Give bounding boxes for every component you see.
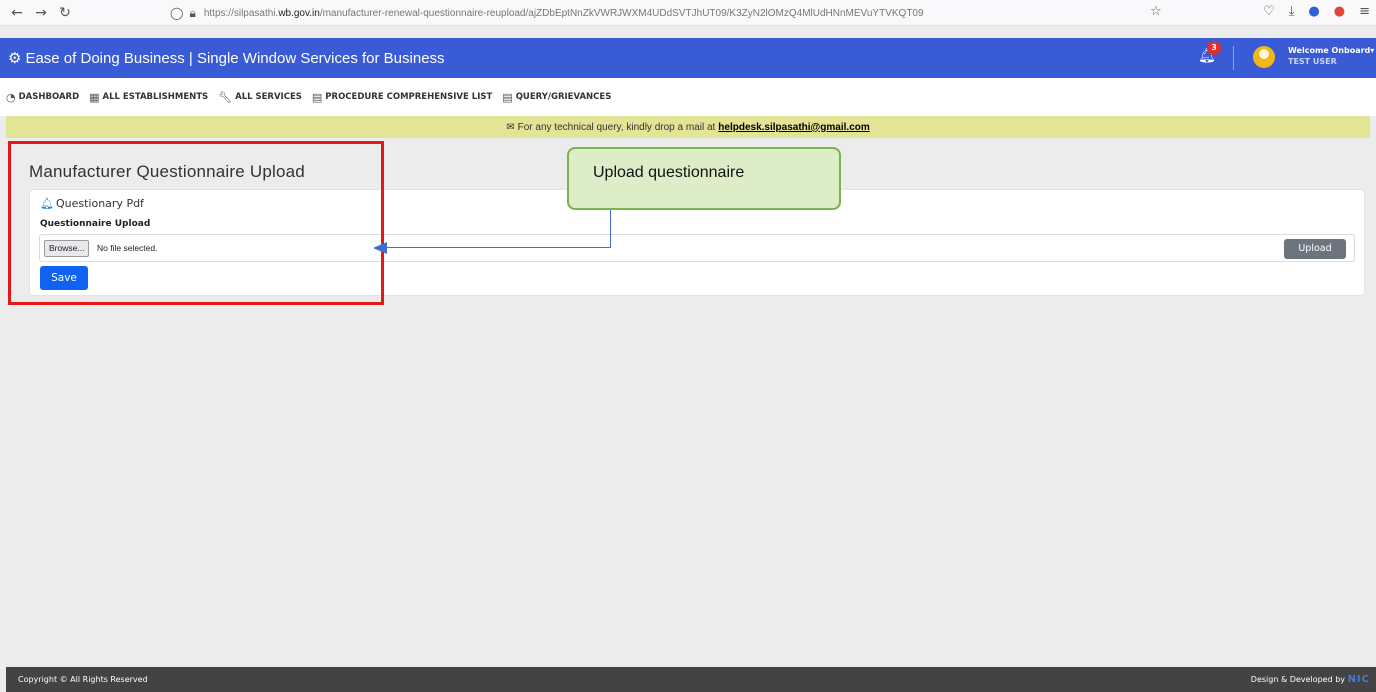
nav-label: ALL ESTABLISHMENTS (102, 92, 209, 102)
callout-connector (386, 247, 611, 248)
file-input[interactable]: Browse... No file selected. Upload (39, 234, 1355, 262)
list-icon: ▤ (311, 90, 323, 104)
reload-icon[interactable]: ↻ (54, 5, 76, 21)
credit-text: Design & Developed by (1250, 675, 1346, 684)
save-button[interactable]: Save (40, 266, 88, 290)
header-divider (1233, 46, 1234, 70)
chevron-down-icon: ▾ (1370, 46, 1375, 55)
page-title: Manufacturer Questionnaire Upload (29, 162, 305, 181)
extension-icon[interactable]: ● (1308, 4, 1319, 19)
profile-icon[interactable]: ● (1334, 4, 1345, 19)
logo-icon: ⚙ (8, 50, 22, 67)
notice-text: For any technical query, kindly drop a m… (517, 121, 716, 133)
upload-button[interactable]: Upload (1284, 239, 1346, 259)
bell-icon: 🔔︎ (40, 197, 54, 210)
app-title-text: Ease of Doing Business | Single Window S… (25, 49, 445, 67)
lock-icon: 🔒︎ (189, 5, 196, 20)
main-nav: ◔ DASHBOARD ▦ ALL ESTABLISHMENTS 🔧︎ ALL … (0, 78, 1376, 116)
building-icon: ▦ (89, 90, 100, 104)
nic-logo: NIC (1347, 674, 1370, 685)
nav-dashboard[interactable]: ◔ DASHBOARD (6, 91, 79, 104)
footer: Copyright © All Rights Reserved Design &… (6, 667, 1376, 692)
wrench-icon: 🔧︎ (218, 90, 233, 104)
nav-label: ALL SERVICES (235, 92, 302, 102)
nav-label: PROCEDURE COMPREHENSIVE LIST (325, 92, 493, 102)
nav-procedure-list[interactable]: ▤ PROCEDURE COMPREHENSIVE LIST (312, 91, 492, 104)
helpdesk-notice: ✉ For any technical query, kindly drop a… (6, 116, 1370, 138)
browser-toolbar: ← → ↻ ◯ 🔒︎ https://silpasathi.wb.gov.in/… (0, 0, 1376, 26)
address-bar[interactable]: ◯ 🔒︎ https://silpasathi.wb.gov.in/manufa… (170, 4, 1180, 22)
menu-icon[interactable]: ≡ (1359, 4, 1370, 19)
forward-icon[interactable]: → (30, 5, 52, 21)
nav-label: DASHBOARD (18, 92, 80, 102)
nav-all-establishments[interactable]: ▦ ALL ESTABLISHMENTS (89, 91, 208, 104)
browse-button[interactable]: Browse... (44, 240, 90, 257)
avatar[interactable] (1253, 46, 1275, 68)
user-name: TEST USER (1288, 57, 1337, 66)
nav-query-grievances[interactable]: ▤ QUERY/GRIEVANCES (502, 91, 611, 104)
questionnaire-upload-label: Questionnaire Upload (40, 219, 151, 229)
user-menu[interactable]: Welcome Onboard▾ TEST USER (1288, 45, 1374, 67)
callout-connector (610, 210, 611, 248)
list-icon: ▤ (502, 90, 513, 104)
app-title[interactable]: ⚙ Ease of Doing Business | Single Window… (0, 49, 445, 68)
welcome-text: Welcome Onboard (1288, 46, 1371, 55)
nav-all-services[interactable]: 🔧︎ ALL SERVICES (218, 91, 302, 104)
arrow-head-icon (373, 242, 387, 254)
back-icon[interactable]: ← (6, 5, 28, 21)
pocket-icon[interactable]: ♡ (1263, 4, 1275, 19)
card-heading-text: Questionary Pdf (55, 197, 144, 210)
file-status: No file selected. (97, 243, 158, 253)
annotation-callout: Upload questionnaire (567, 147, 841, 210)
bookmark-star-icon[interactable]: ☆ (1150, 4, 1162, 19)
card-heading: 🔔︎ Questionary Pdf (40, 197, 144, 210)
nav-label: QUERY/GRIEVANCES (515, 92, 612, 102)
copyright-text: Copyright © All Rights Reserved (18, 675, 148, 684)
helpdesk-email-link[interactable]: helpdesk.silpasathi@gmail.com (718, 122, 869, 133)
gauge-icon: ◔ (6, 90, 16, 104)
mail-icon: ✉ (506, 121, 515, 133)
notification-badge: 3 (1207, 41, 1221, 55)
url-text: https://silpasathi.wb.gov.in/manufacture… (203, 7, 924, 19)
developer-credit: Design & Developed by NIC (1251, 674, 1370, 685)
download-icon[interactable]: ⤓ (1289, 4, 1295, 19)
app-header: ⚙ Ease of Doing Business | Single Window… (0, 38, 1376, 78)
shield-icon: ◯ (170, 5, 184, 20)
